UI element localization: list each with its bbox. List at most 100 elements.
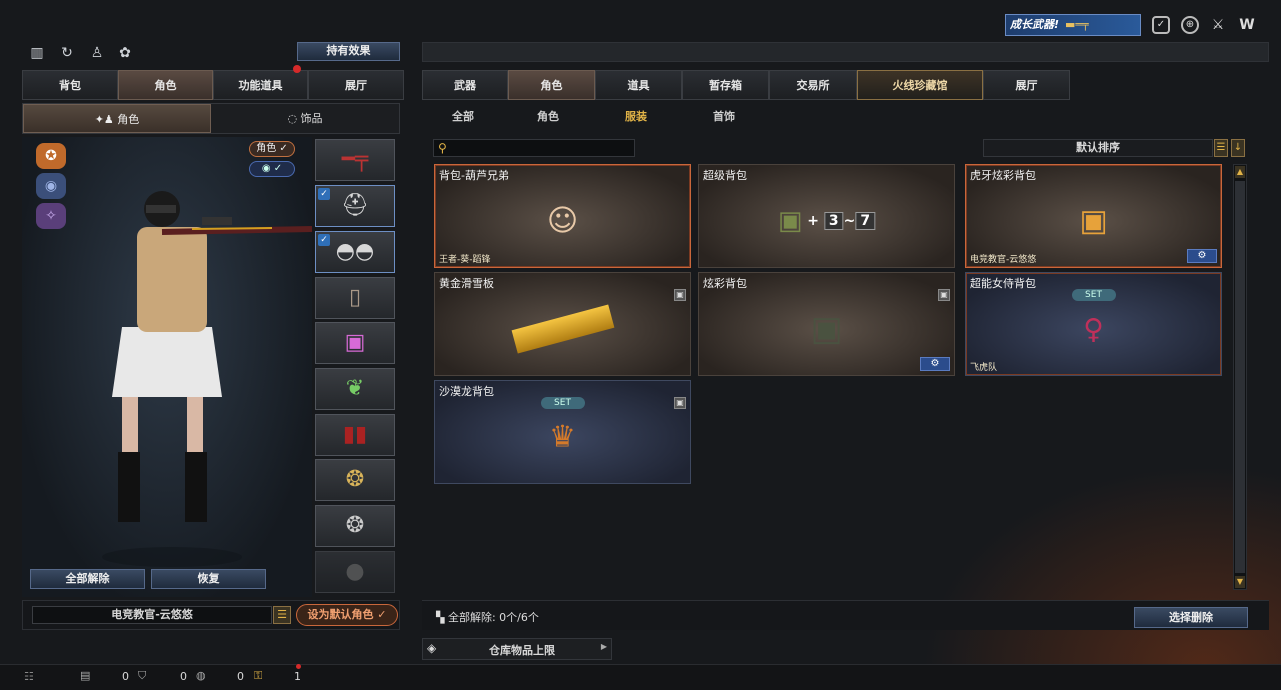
- tab-right-showroom[interactable]: 展厅: [983, 70, 1070, 100]
- item-owner: 飞虎队: [970, 363, 998, 373]
- character-preview[interactable]: ✪ ◉ ✧ 角色 ✓ ◉ ✓: [22, 137, 313, 597]
- tab-role[interactable]: 角色: [508, 70, 595, 100]
- slot-helmet[interactable]: ✓ ⛑: [315, 185, 395, 227]
- scrollbar[interactable]: ▲ ▼: [1233, 164, 1247, 590]
- settings-gear-icon[interactable]: ⚙: [1187, 249, 1217, 263]
- expand-arrow-icon: ▶: [600, 642, 607, 651]
- tab-weapons[interactable]: 武器: [422, 70, 508, 100]
- set-default-button[interactable]: 设为默认角色 ✓: [296, 604, 398, 626]
- item-card[interactable]: 炫彩背包 ▣ ▣ ⚙: [698, 272, 955, 376]
- right-tabbar: 武器 角色 道具 暂存箱 交易所 火线珍藏馆 展厅: [422, 70, 1070, 100]
- slot-item-red[interactable]: ▮▮: [315, 414, 395, 456]
- set-default-label: 设为默认角色: [307, 608, 374, 621]
- sort-dropdown[interactable]: 默认排序: [983, 139, 1213, 157]
- slot-empty[interactable]: ●: [315, 551, 395, 593]
- mask-mode-icon[interactable]: ◉: [36, 173, 66, 199]
- subtab-accessory[interactable]: ◌ 饰品: [211, 104, 399, 133]
- tab-items[interactable]: 道具: [595, 70, 682, 100]
- item-card[interactable]: 背包-葫芦兄弟 ☺ 王者-葵-蹈锋: [434, 164, 691, 268]
- lock-icon: ▣: [674, 397, 686, 409]
- backpack-icon: ▣: [777, 206, 803, 237]
- count-2: 0: [180, 670, 187, 683]
- huya-backpack-icon: ▣: [1079, 203, 1108, 239]
- search-icon: ⚲: [438, 141, 447, 155]
- search-box: ⚲: [433, 139, 635, 157]
- wing-mode-icon[interactable]: ✧: [36, 203, 66, 229]
- item-card[interactable]: 黄金滑雪板 ▣: [434, 272, 691, 376]
- checked-icon: ✓: [318, 188, 330, 200]
- right-subtabs: 全部 角色 服装 首饰: [422, 103, 1269, 131]
- unequip-all-button[interactable]: 全部解除: [30, 569, 145, 589]
- tab-exchange[interactable]: 交易所: [769, 70, 857, 100]
- slot-item-green[interactable]: ❦: [315, 368, 395, 410]
- sunglasses-icon: ◓◓: [335, 239, 375, 264]
- tab-backpack[interactable]: 背包: [22, 70, 118, 100]
- stats-icon[interactable]: ▥: [28, 44, 46, 62]
- backpack-icon: ▣: [344, 330, 366, 355]
- helmet-icon: ⛑: [341, 193, 369, 218]
- gourd-brother-icon: ☺: [546, 203, 579, 239]
- growth-weapon-banner[interactable]: 成长武器! ▬═╤: [1005, 14, 1141, 36]
- ammo-icon: ▮▮: [342, 422, 368, 447]
- slot-radio[interactable]: ▯: [315, 277, 395, 319]
- w-logo-icon[interactable]: W: [1237, 16, 1257, 34]
- gift-icon[interactable]: ⚿: [254, 669, 262, 683]
- menu-icon[interactable]: ☰: [273, 606, 291, 624]
- tab-showroom[interactable]: 展厅: [308, 70, 404, 100]
- desert-dragon-icon: ♛: [549, 419, 576, 455]
- subtab-character[interactable]: ✦♟ 角色: [23, 104, 211, 133]
- list-icon[interactable]: ☷: [24, 670, 34, 683]
- scroll-up-icon[interactable]: ▲: [1235, 166, 1245, 178]
- restore-button[interactable]: 恢复: [151, 569, 266, 589]
- eye-icon: ◉: [261, 163, 271, 174]
- role-toggle[interactable]: 角色 ✓: [249, 141, 295, 157]
- slot-silver-dragon[interactable]: ❂: [315, 505, 395, 547]
- sword-icon[interactable]: ⚔: [1209, 16, 1227, 34]
- shield-icon[interactable]: ✓: [1152, 16, 1170, 34]
- item-name: 超能女侍背包: [970, 277, 1036, 290]
- checked-icon: ✓: [318, 234, 330, 246]
- item-owner: 王者-葵-蹈锋: [439, 255, 491, 265]
- warehouse-bar[interactable]: ◈ 仓库物品上限 ▶: [422, 638, 612, 660]
- slot-glasses[interactable]: ✓ ◓◓: [315, 231, 395, 273]
- item-card[interactable]: 超能女侍背包 SET ♀ 飞虎队: [965, 272, 1222, 376]
- scroll-thumb[interactable]: [1235, 181, 1245, 573]
- count-4: 1: [294, 670, 301, 683]
- visibility-toggle[interactable]: ◉ ✓: [249, 161, 295, 177]
- pet-icon[interactable]: ✿: [116, 44, 134, 62]
- pose-icon[interactable]: ♙: [88, 44, 106, 62]
- slot-backpack[interactable]: ▣: [315, 322, 395, 364]
- role-mode-icon[interactable]: ✪: [36, 143, 66, 169]
- scroll-down-icon[interactable]: ▼: [1235, 576, 1245, 588]
- tab-character[interactable]: 角色: [118, 70, 213, 100]
- tab-function-items[interactable]: 功能道具: [213, 65, 308, 100]
- rifle-icon: ▬═╤: [1065, 18, 1089, 31]
- subtab-clothing[interactable]: 服装: [592, 103, 680, 131]
- lock-icon: ▣: [674, 289, 686, 301]
- search-input[interactable]: [454, 141, 632, 155]
- item-card[interactable]: 虎牙炫彩背包 ▣ 电竞教官-云悠悠 ⚙: [965, 164, 1222, 268]
- shield-badge-icon: ⛉: [138, 669, 147, 682]
- target-icon[interactable]: ⊕: [1181, 16, 1199, 34]
- background-glow: [900, 450, 1281, 690]
- item-name: 炫彩背包: [703, 277, 747, 290]
- select-remove-button[interactable]: 选择删除: [1134, 607, 1248, 628]
- item-name: 虎牙炫彩背包: [970, 169, 1036, 182]
- slot-weapon[interactable]: ━╤: [315, 139, 395, 181]
- rotate-icon[interactable]: ↻: [58, 44, 76, 62]
- subtab-jewelry[interactable]: 首饰: [680, 103, 768, 131]
- character-name-field[interactable]: 电竞教官-云悠悠: [32, 606, 272, 624]
- slot-gold-dragon[interactable]: ❂: [315, 459, 395, 501]
- list-view-icon[interactable]: ☰: [1214, 139, 1228, 157]
- sort-direction-icon[interactable]: ↓: [1231, 139, 1245, 157]
- subtab-all[interactable]: 全部: [422, 103, 504, 131]
- effects-button[interactable]: 持有效果: [297, 42, 400, 61]
- tab-collection[interactable]: 火线珍藏馆: [857, 70, 983, 100]
- item-card[interactable]: 超级背包 ▣ + 3 ~7: [698, 164, 955, 268]
- item-card[interactable]: 沙漠龙背包 SET ▣ ♛: [434, 380, 691, 484]
- subtab-role[interactable]: 角色: [504, 103, 592, 131]
- sniper-rifle-icon: ━╤: [341, 147, 369, 172]
- settings-gear-icon[interactable]: ⚙: [920, 357, 950, 371]
- left-tabbar: 背包 角色 功能道具 展厅: [22, 65, 404, 100]
- tab-storage[interactable]: 暂存箱: [682, 70, 769, 100]
